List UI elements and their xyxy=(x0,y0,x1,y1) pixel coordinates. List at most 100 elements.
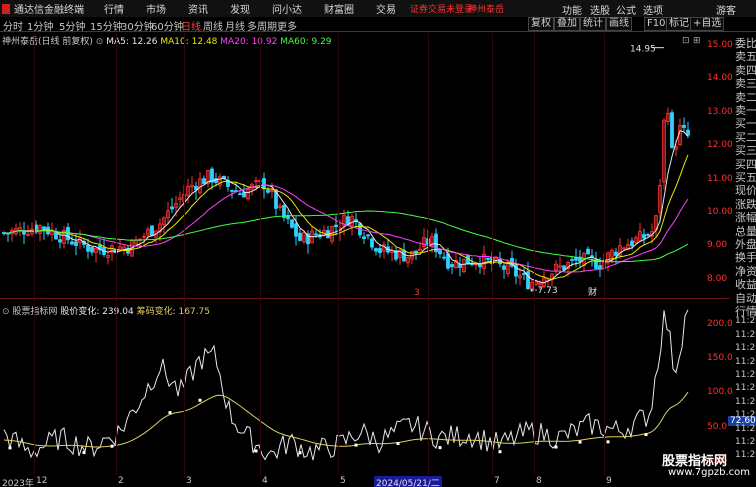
guest-label[interactable]: 游客 xyxy=(716,2,736,17)
candle-body xyxy=(58,239,62,243)
period-multi[interactable]: 多周期 xyxy=(247,18,277,33)
indicator-chart[interactable] xyxy=(0,300,706,476)
menu-wenxiaoda[interactable]: 问小达 xyxy=(272,1,302,16)
time-tick-label: 5 xyxy=(340,476,346,486)
side-panel-item[interactable]: 11:26 xyxy=(735,370,756,380)
price-tick-label: 10.00 xyxy=(707,207,733,217)
period-1min[interactable]: 1分钟 xyxy=(27,18,53,33)
month-gridline xyxy=(338,33,339,475)
time-tick-label: 2023年 xyxy=(2,479,34,487)
candle-body xyxy=(74,241,78,246)
diejia-button[interactable]: 叠加 xyxy=(554,17,580,31)
signal-dot xyxy=(110,444,114,448)
add-watchlist-button[interactable]: +自选 xyxy=(690,17,725,31)
side-panel-item[interactable]: 11:26 xyxy=(735,330,756,340)
indicator-tick-label: 100.0 xyxy=(707,387,733,398)
menu-xuanxiang[interactable]: 选项 xyxy=(643,2,663,17)
menu-xuangu[interactable]: 选股 xyxy=(590,2,610,17)
candle-body xyxy=(238,193,242,196)
stock-notice[interactable]: 神州泰岳 xyxy=(468,2,504,15)
signal-dot xyxy=(606,440,610,444)
indicator-tick-label: 150.0 xyxy=(707,353,733,364)
month-gridline xyxy=(428,33,429,475)
finance-marker[interactable]: 财 xyxy=(588,286,597,298)
period-15min[interactable]: 15分钟 xyxy=(90,18,123,33)
candle-body xyxy=(502,265,506,270)
side-panel-item[interactable]: 11:26 xyxy=(735,343,756,353)
side-panel-item[interactable]: 11:26 xyxy=(735,316,756,326)
candle-body xyxy=(202,178,206,185)
menu-hangqing[interactable]: 行情 xyxy=(104,1,124,16)
month-gridline xyxy=(184,33,185,475)
candle-body xyxy=(70,241,74,245)
tongji-button[interactable]: 统计 xyxy=(580,17,606,31)
login-notice[interactable]: 证券交易未登录 xyxy=(410,2,473,15)
period-fenshi[interactable]: 分时 xyxy=(3,18,23,33)
candle-body xyxy=(598,265,602,270)
signal-dot xyxy=(8,446,12,450)
period-daily[interactable]: 日线 xyxy=(181,18,201,33)
candle-body xyxy=(90,247,94,253)
candle-body xyxy=(150,225,154,237)
menu-faxian[interactable]: 发现 xyxy=(230,1,250,16)
month-gridline xyxy=(34,33,35,475)
signal-dot xyxy=(254,449,258,453)
menu-jiaoyi[interactable]: 交易 xyxy=(376,1,396,16)
side-panel-item[interactable]: 11:26 xyxy=(735,397,756,407)
period-weekly[interactable]: 周线 xyxy=(203,18,223,33)
side-panel-item[interactable]: 11:26 xyxy=(735,424,756,434)
candle-body xyxy=(646,234,650,236)
side-panel-item[interactable]: 11:26 xyxy=(735,383,756,393)
time-tick-label: 2 xyxy=(118,476,124,486)
fuquan-button[interactable]: 复权 xyxy=(528,17,554,31)
candle-body xyxy=(450,264,454,268)
candle-body xyxy=(442,256,446,259)
month-gridline xyxy=(116,33,117,475)
signal-dot xyxy=(298,451,302,455)
price-chart[interactable]: 14.95←7.733 财 xyxy=(0,33,706,298)
side-panel-item[interactable]: 11:26 xyxy=(735,357,756,367)
period-60min[interactable]: 60分钟 xyxy=(151,18,184,33)
side-panel-item[interactable]: 11:26 xyxy=(735,410,756,420)
candle-body xyxy=(230,190,234,192)
candle-body xyxy=(586,248,590,255)
candle-body xyxy=(402,249,406,262)
candle-body xyxy=(266,189,270,193)
time-tick-label: 4 xyxy=(262,476,268,486)
month-gridline xyxy=(260,33,261,475)
side-panel-item[interactable]: 11:26 xyxy=(735,437,756,447)
menu-gongneng[interactable]: 功能 xyxy=(562,2,582,17)
period-30min[interactable]: 30分钟 xyxy=(121,18,154,33)
price-tick-label: 15.00 xyxy=(707,40,733,50)
biaoji-button[interactable]: 标记 xyxy=(666,17,692,31)
event-marker[interactable]: 3 xyxy=(414,288,420,298)
candle-body xyxy=(242,192,246,198)
watermark: 股票指标网 www.7gpzb.com xyxy=(662,450,752,480)
candle-body xyxy=(682,124,686,128)
menu-zixun[interactable]: 资讯 xyxy=(188,1,208,16)
period-monthly[interactable]: 月线 xyxy=(225,18,245,33)
time-tick-label: 3 xyxy=(186,476,192,486)
candle-body xyxy=(290,219,294,228)
month-gridline xyxy=(534,33,535,475)
candle-body xyxy=(414,250,418,253)
candle-body xyxy=(262,178,266,190)
signal-dot xyxy=(354,443,358,447)
menu-gongshi[interactable]: 公式 xyxy=(616,2,636,17)
menu-shichang[interactable]: 市场 xyxy=(146,1,166,16)
period-5min[interactable]: 5分钟 xyxy=(59,18,85,33)
time-tick-label: 12 xyxy=(36,476,48,486)
price-tick-label: 12.00 xyxy=(707,140,733,151)
candle-body xyxy=(614,251,618,256)
time-tick-label: 8 xyxy=(536,476,542,486)
huaxian-button[interactable]: 画线 xyxy=(606,17,632,31)
candle-body xyxy=(378,248,382,253)
signal-dot xyxy=(644,433,648,437)
watermark-url: www.7gpzb.com xyxy=(668,467,750,478)
menu-caifuquan[interactable]: 财富圈 xyxy=(324,1,354,16)
candle-body xyxy=(642,234,646,239)
period-more[interactable]: 更多 xyxy=(277,18,297,33)
signal-dot xyxy=(396,441,400,445)
candle-body xyxy=(54,232,58,240)
f10-button[interactable]: F10 xyxy=(644,17,669,31)
